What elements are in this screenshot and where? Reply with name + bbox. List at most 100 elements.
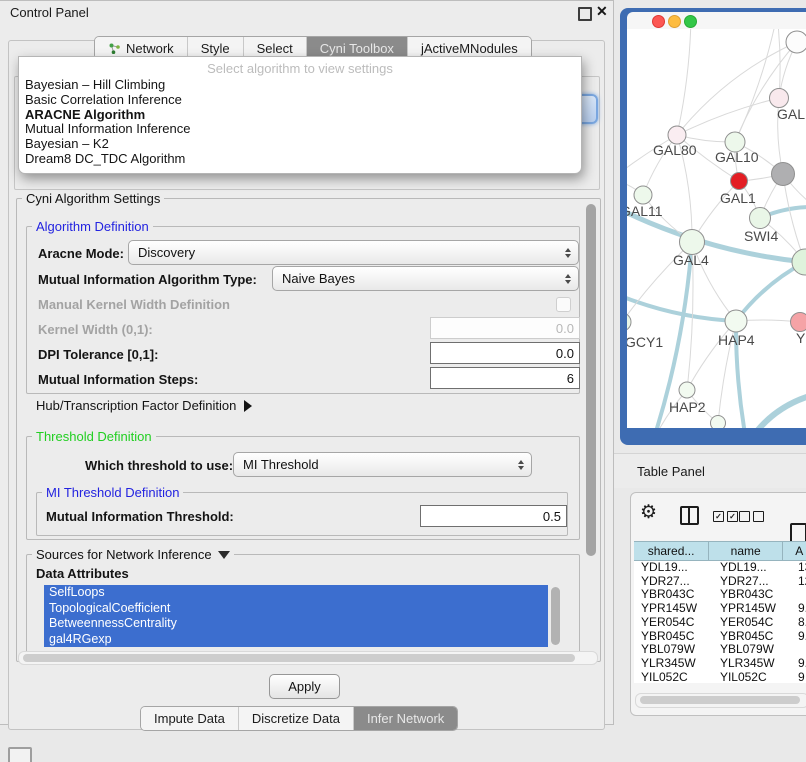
- network-node-gal1[interactable]: [731, 173, 748, 190]
- attributes-list-scrollbar[interactable]: [551, 587, 560, 645]
- table-panel-titlebar: Table Panel: [614, 453, 806, 488]
- algorithm-option[interactable]: Bayesian – Hill Climbing: [19, 78, 581, 93]
- network-edge[interactable]: [735, 42, 797, 142]
- data-attribute-item[interactable]: TopologicalCoefficient: [44, 601, 548, 617]
- dock-panel-button[interactable]: [8, 747, 32, 762]
- aracne-mode-combo[interactable]: Discovery: [128, 240, 579, 265]
- tab-label: Cyni Toolbox: [320, 41, 394, 56]
- network-node-hap4[interactable]: [725, 310, 747, 332]
- network-node-swi4[interactable]: [750, 208, 771, 229]
- window-close-button[interactable]: [652, 15, 665, 28]
- dpi-tolerance-field[interactable]: 0.0: [430, 342, 580, 364]
- manual-kernel-label: Manual Kernel Width Definition: [38, 297, 230, 312]
- data-attribute-item[interactable]: BetweennessCentrality: [44, 616, 548, 632]
- table-cell: 9.: [791, 630, 806, 644]
- which-threshold-combo[interactable]: MI Threshold: [233, 452, 532, 477]
- mi-threshold-field[interactable]: 0.5: [420, 505, 567, 527]
- network-node[interactable]: [772, 163, 795, 186]
- tab-discretize-data[interactable]: Discretize Data: [238, 707, 353, 730]
- table-row[interactable]: YLR345WYLR345W9.: [634, 657, 806, 671]
- table-cell: YLR345W: [713, 657, 791, 671]
- network-edge[interactable]: [735, 29, 777, 142]
- network-node-gal[interactable]: [770, 89, 789, 108]
- settings-horizontal-scrollbar[interactable]: [18, 651, 598, 665]
- algorithm-option[interactable]: Bayesian – K2: [19, 137, 581, 152]
- table-cell: YBL079W: [634, 643, 713, 657]
- sources-group-title-row[interactable]: Sources for Network Inference: [32, 547, 234, 562]
- float-panel-button[interactable]: [578, 7, 592, 21]
- threshold-definition-title: Threshold Definition: [32, 429, 156, 444]
- dropdown-prompt: Select algorithm to view settings: [19, 57, 581, 76]
- kernel-width-label: Kernel Width (0,1):: [38, 322, 153, 337]
- tab-impute-data[interactable]: Impute Data: [141, 707, 238, 730]
- table-cell: YER054C: [713, 616, 791, 630]
- column-header[interactable]: A: [783, 541, 806, 561]
- network-node[interactable]: [786, 31, 806, 53]
- table-row[interactable]: YBL079WYBL079W: [634, 643, 806, 657]
- data-attribute-item[interactable]: gal4RGexp: [44, 632, 548, 648]
- mi-type-combo[interactable]: Naive Bayes: [272, 266, 579, 291]
- collapse-down-icon: [218, 551, 230, 559]
- table-row[interactable]: YPR145WYPR145W9.: [634, 602, 806, 616]
- manual-kernel-checkbox[interactable]: [556, 297, 571, 312]
- table-cell: YDL19...: [634, 561, 713, 575]
- columns-icon[interactable]: [680, 506, 699, 525]
- table-cell: YPR145W: [713, 602, 791, 616]
- data-attributes-label: Data Attributes: [36, 566, 129, 581]
- node-label: GAL: [777, 106, 805, 122]
- network-node[interactable]: [711, 416, 726, 429]
- table-cell: 13: [791, 561, 806, 575]
- table-row[interactable]: YBR045CYBR045C9.: [634, 630, 806, 644]
- deselect-all-columns-icon[interactable]: [739, 511, 764, 522]
- mi-steps-field[interactable]: 6: [430, 367, 580, 389]
- network-node-gal4[interactable]: [680, 230, 705, 255]
- table-cell: 9: [791, 671, 806, 683]
- table-row[interactable]: YBR043CYBR043C: [634, 588, 806, 602]
- table-row[interactable]: YDL19...YDL19...13: [634, 561, 806, 575]
- network-node-hap2[interactable]: [679, 382, 695, 398]
- settings-vertical-scrollbar[interactable]: [586, 204, 596, 556]
- table-cell: YBR043C: [634, 588, 713, 602]
- node-label: HAP2: [669, 399, 706, 415]
- algorithm-option[interactable]: Basic Correlation Inference: [19, 93, 581, 108]
- algorithm-option[interactable]: Dream8 DC_TDC Algorithm: [19, 152, 581, 167]
- network-canvas[interactable]: GALGAL80GAL10GAL1GAL11SWI4GAL4HAP4YGCY1H…: [627, 29, 806, 428]
- apply-button[interactable]: Apply: [269, 674, 340, 699]
- hub-factor-expander[interactable]: Hub/Transcription Factor Definition: [36, 398, 252, 413]
- settings-gear-icon[interactable]: ⚙: [640, 504, 657, 522]
- data-attribute-item[interactable]: SelfLoops: [44, 585, 548, 601]
- kernel-width-field[interactable]: 0.0: [430, 317, 580, 339]
- horizontal-scroll-thumb[interactable]: [23, 654, 575, 662]
- network-edge[interactable]: [677, 29, 691, 135]
- column-header[interactable]: name: [709, 541, 783, 561]
- network-node-gcy1[interactable]: [627, 313, 631, 331]
- network-edge-thick[interactable]: [736, 262, 805, 321]
- table-scroll-thumb[interactable]: [640, 696, 800, 704]
- window-zoom-button[interactable]: [684, 15, 697, 28]
- table-row[interactable]: YER054CYER054C8.: [634, 616, 806, 630]
- table-row[interactable]: YIL052CYIL052C9: [634, 671, 806, 683]
- network-node-gal11[interactable]: [634, 186, 652, 204]
- tab-label: Discretize Data: [252, 711, 340, 726]
- table-panel: ⚙ ✓✓ shared...nameA YDL19...YDL19...13YD…: [630, 492, 806, 716]
- data-attributes-list: SelfLoopsTopologicalCoefficientBetweenne…: [44, 585, 548, 647]
- network-window-titlebar: [627, 12, 806, 30]
- stepper-icon: [565, 248, 571, 258]
- table-row[interactable]: YDR27...YDR27...12: [634, 575, 806, 589]
- network-edge-thick[interactable]: [747, 395, 806, 428]
- select-all-columns-icon[interactable]: ✓✓: [713, 511, 738, 522]
- network-node[interactable]: [792, 249, 806, 275]
- table-horizontal-scrollbar[interactable]: [635, 693, 806, 708]
- close-panel-button[interactable]: ✕: [596, 5, 608, 17]
- algorithm-option[interactable]: ARACNE Algorithm: [19, 108, 581, 123]
- node-label: GAL11: [627, 203, 663, 219]
- tab-label: Infer Network: [367, 711, 444, 726]
- window-minimize-button[interactable]: [668, 15, 681, 28]
- table-cell: 12: [791, 575, 806, 589]
- tab-infer-network[interactable]: Infer Network: [353, 707, 457, 730]
- network-node-y[interactable]: [791, 313, 806, 332]
- column-header[interactable]: shared...: [634, 541, 709, 561]
- network-edge[interactable]: [677, 98, 779, 135]
- table-cell: YDR27...: [634, 575, 713, 589]
- algorithm-option[interactable]: Mutual Information Inference: [19, 122, 581, 137]
